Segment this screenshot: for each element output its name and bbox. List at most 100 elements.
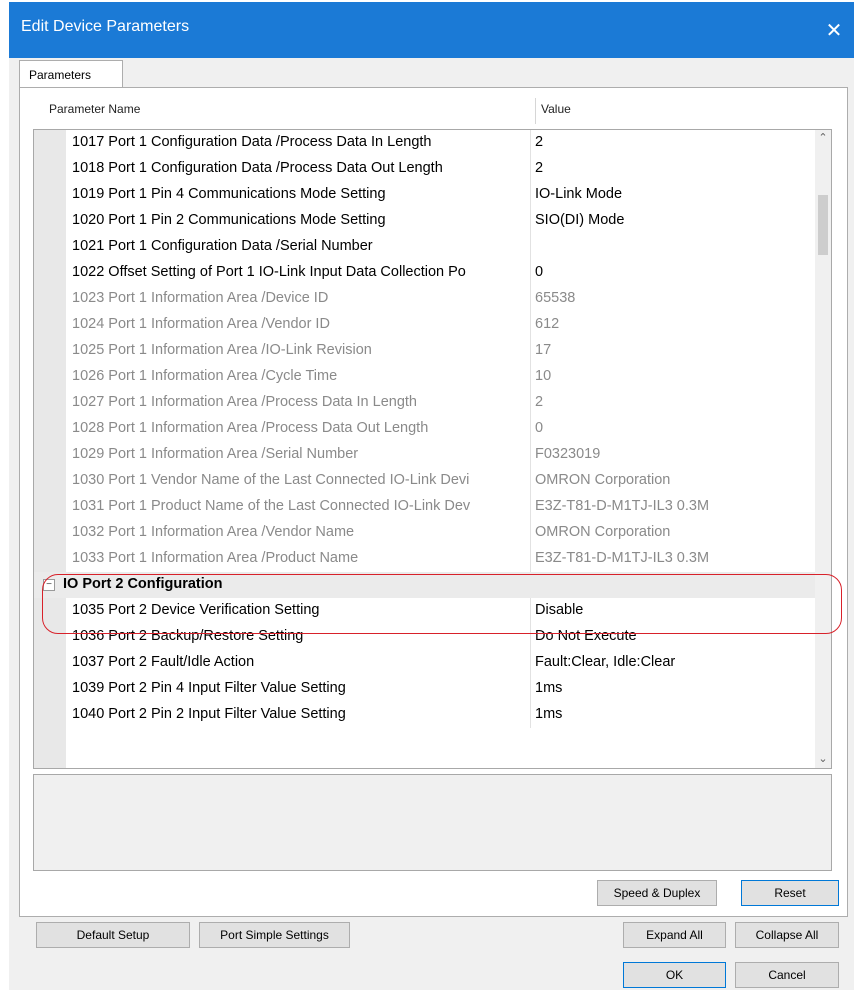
parameter-value-cell[interactable]: 17 (535, 342, 551, 358)
column-divider (530, 390, 531, 416)
parameter-value-cell[interactable]: E3Z-T81-D-M1TJ-IL3 0.3M (535, 498, 709, 514)
parameter-name-cell: 1023 Port 1 Information Area /Device ID (72, 290, 329, 306)
description-box (33, 774, 832, 871)
table-row[interactable]: 1032 Port 1 Information Area /Vendor Nam… (66, 520, 818, 546)
dialog-window: Edit Device Parameters ✕ Parameters Para… (9, 2, 854, 990)
table-row[interactable]: 1027 Port 1 Information Area /Process Da… (66, 390, 818, 416)
parameter-name-cell: 1020 Port 1 Pin 2 Communications Mode Se… (72, 212, 386, 228)
scroll-up-icon[interactable]: ⌃ (815, 130, 831, 147)
parameters-panel: Parameter Name Value 1017 Port 1 Configu… (19, 87, 848, 917)
parameter-value-cell[interactable]: 2 (535, 160, 543, 176)
parameter-value-cell[interactable]: OMRON Corporation (535, 472, 670, 488)
parameter-name-cell: 1039 Port 2 Pin 4 Input Filter Value Set… (72, 680, 346, 696)
table-row[interactable]: 1023 Port 1 Information Area /Device ID 6… (66, 286, 818, 312)
parameter-value-cell[interactable]: Fault:Clear, Idle:Clear (535, 654, 675, 670)
parameter-value-cell[interactable]: 10 (535, 368, 551, 384)
table-row[interactable]: 1024 Port 1 Information Area /Vendor ID 6… (66, 312, 818, 338)
column-divider (530, 650, 531, 676)
parameter-name-cell: 1024 Port 1 Information Area /Vendor ID (72, 316, 330, 332)
parameter-value-cell[interactable]: F0323019 (535, 446, 600, 462)
parameter-value-cell[interactable]: 2 (535, 394, 543, 410)
table-row[interactable]: 1037 Port 2 Fault/Idle Action Fault:Clear… (66, 650, 818, 676)
title-bar[interactable]: Edit Device Parameters ✕ (9, 2, 854, 58)
column-divider (530, 468, 531, 494)
parameter-name-cell: 1033 Port 1 Information Area /Product Na… (72, 550, 359, 566)
parameter-value-cell[interactable]: 0 (535, 420, 543, 436)
table-row[interactable]: 1020 Port 1 Pin 2 Communications Mode Se… (66, 208, 818, 234)
grid-gutter (34, 130, 66, 768)
column-header-divider[interactable] (535, 98, 536, 124)
table-row[interactable]: 1017 Port 1 Configuration Data /Process … (66, 130, 818, 156)
port-simple-settings-button[interactable]: Port Simple Settings (199, 922, 350, 948)
parameter-value-cell[interactable]: 1ms (535, 706, 562, 722)
parameter-name-cell: 1040 Port 2 Pin 2 Input Filter Value Set… (72, 706, 346, 722)
table-row[interactable]: 1026 Port 1 Information Area /Cycle Time… (66, 364, 818, 390)
column-divider (530, 286, 531, 312)
window-title: Edit Device Parameters (21, 18, 190, 35)
parameter-name-cell: 1025 Port 1 Information Area /IO-Link Re… (72, 342, 372, 358)
parameter-value-cell[interactable]: IO-Link Mode (535, 186, 622, 202)
parameter-name-cell: 1028 Port 1 Information Area /Process Da… (72, 420, 429, 436)
table-row[interactable]: 1040 Port 2 Pin 2 Input Filter Value Set… (66, 702, 818, 728)
parameter-name-cell: 1018 Port 1 Configuration Data /Process … (72, 160, 443, 176)
table-row[interactable]: 1030 Port 1 Vendor Name of the Last Conn… (66, 468, 818, 494)
table-row[interactable]: 1025 Port 1 Information Area /IO-Link Re… (66, 338, 818, 364)
reset-button[interactable]: Reset (741, 880, 839, 906)
column-divider (530, 442, 531, 468)
cancel-button[interactable]: Cancel (735, 962, 839, 988)
parameter-value-cell[interactable]: OMRON Corporation (535, 524, 670, 540)
parameter-name-cell: 1021 Port 1 Configuration Data /Serial N… (72, 238, 373, 254)
table-row[interactable]: 1039 Port 2 Pin 4 Input Filter Value Set… (66, 676, 818, 702)
parameter-grid[interactable]: 1017 Port 1 Configuration Data /Process … (33, 129, 832, 769)
close-icon[interactable]: ✕ (814, 2, 854, 58)
parameter-name-cell: 1037 Port 2 Fault/Idle Action (72, 654, 255, 670)
table-row[interactable]: 1031 Port 1 Product Name of the Last Con… (66, 494, 818, 520)
parameter-name-cell: 1022 Offset Setting of Port 1 IO-Link In… (72, 264, 466, 280)
column-divider (530, 130, 531, 156)
column-divider (530, 702, 531, 728)
parameter-value-cell[interactable]: SIO(DI) Mode (535, 212, 624, 228)
table-row[interactable]: 1028 Port 1 Information Area /Process Da… (66, 416, 818, 442)
column-header-value[interactable]: Value (541, 102, 571, 116)
table-row[interactable]: 1018 Port 1 Configuration Data /Process … (66, 156, 818, 182)
column-divider (530, 494, 531, 520)
table-row[interactable]: 1019 Port 1 Pin 4 Communications Mode Se… (66, 182, 818, 208)
column-divider (530, 234, 531, 260)
table-row[interactable]: 1029 Port 1 Information Area /Serial Num… (66, 442, 818, 468)
tab-parameters[interactable]: Parameters (19, 60, 123, 88)
table-row[interactable]: 1021 Port 1 Configuration Data /Serial N… (66, 234, 818, 260)
column-divider (530, 676, 531, 702)
parameter-name-cell: 1030 Port 1 Vendor Name of the Last Conn… (72, 472, 470, 488)
parameter-name-cell: 1027 Port 1 Information Area /Process Da… (72, 394, 417, 410)
column-divider (530, 156, 531, 182)
table-row[interactable]: 1022 Offset Setting of Port 1 IO-Link In… (66, 260, 818, 286)
parameter-name-cell: 1017 Port 1 Configuration Data /Process … (72, 134, 432, 150)
column-divider (530, 338, 531, 364)
parameter-value-cell[interactable]: 1ms (535, 680, 562, 696)
parameter-name-cell: 1032 Port 1 Information Area /Vendor Nam… (72, 524, 355, 540)
default-setup-button[interactable]: Default Setup (36, 922, 190, 948)
speed-duplex-button[interactable]: Speed & Duplex (597, 880, 717, 906)
scroll-down-icon[interactable]: ⌄ (815, 751, 831, 768)
collapse-all-button[interactable]: Collapse All (735, 922, 839, 948)
column-divider (530, 546, 531, 572)
highlight-annotation (42, 574, 842, 634)
column-header-parameter-name[interactable]: Parameter Name (49, 102, 140, 116)
scroll-thumb[interactable] (818, 195, 828, 255)
parameter-name-cell: 1031 Port 1 Product Name of the Last Con… (72, 498, 471, 514)
column-divider (530, 364, 531, 390)
column-divider (530, 312, 531, 338)
parameter-value-cell[interactable]: 0 (535, 264, 543, 280)
column-divider (530, 260, 531, 286)
expand-all-button[interactable]: Expand All (623, 922, 726, 948)
parameter-value-cell[interactable]: 65538 (535, 290, 575, 306)
parameter-name-cell: 1029 Port 1 Information Area /Serial Num… (72, 446, 359, 462)
table-row[interactable]: 1033 Port 1 Information Area /Product Na… (66, 546, 818, 572)
vertical-scrollbar[interactable]: ⌃ ⌄ (815, 130, 831, 768)
parameter-value-cell[interactable]: E3Z-T81-D-M1TJ-IL3 0.3M (535, 550, 709, 566)
parameter-name-cell: 1019 Port 1 Pin 4 Communications Mode Se… (72, 186, 386, 202)
parameter-value-cell[interactable]: 612 (535, 316, 559, 332)
ok-button[interactable]: OK (623, 962, 726, 988)
column-divider (530, 520, 531, 546)
parameter-value-cell[interactable]: 2 (535, 134, 543, 150)
